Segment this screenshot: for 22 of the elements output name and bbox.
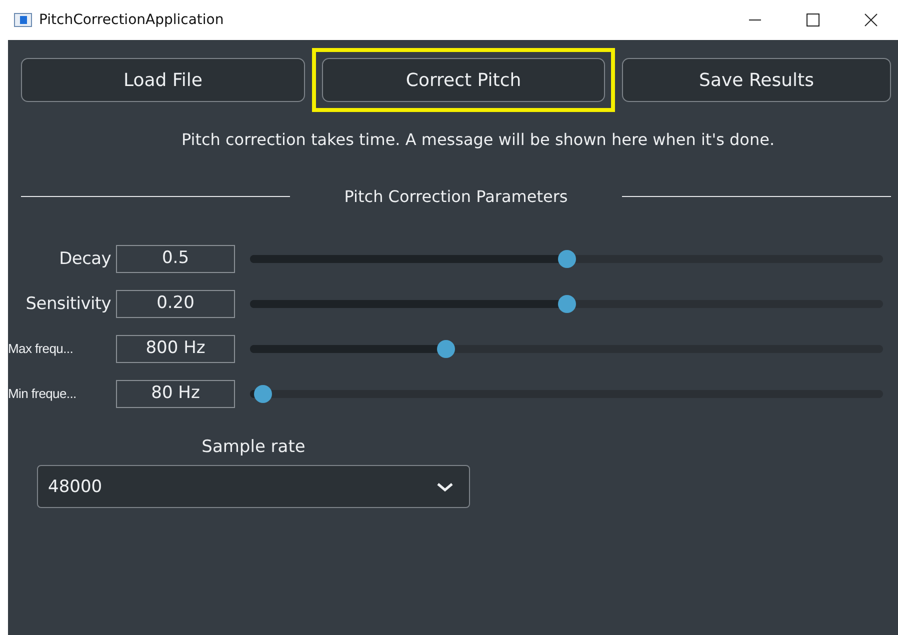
status-message: Pitch correction takes time. A message will be shown here when it's done. <box>180 130 776 149</box>
parameter-label: Sensitivity <box>24 294 111 314</box>
action-button[interactable]: Load File <box>21 58 305 102</box>
parameter-label: Decay <box>58 248 111 268</box>
chevron-icon <box>435 480 455 492</box>
slider-handle[interactable] <box>558 250 576 268</box>
slider-handle[interactable] <box>437 340 456 358</box>
app-icon <box>14 13 32 27</box>
action-button[interactable]: Correct Pitch <box>322 58 605 102</box>
field-label: Sample rate <box>200 437 306 457</box>
action-button[interactable]: Save Results <box>622 58 891 102</box>
slider-handle[interactable] <box>254 384 272 402</box>
parameter-label: Min freque... <box>8 386 78 401</box>
value-field[interactable]: 0.20 <box>116 290 235 318</box>
section-heading: Pitch Correction Parameters <box>343 187 569 206</box>
window-title: PitchCorrectionApplication <box>39 12 224 28</box>
value-field[interactable]: 80 Hz <box>116 380 235 408</box>
parameter-label: Max frequ... <box>8 341 74 356</box>
value-field[interactable]: 0.5 <box>116 244 235 272</box>
slider-handle[interactable] <box>558 294 576 312</box>
sample-rate-dropdown[interactable]: 48000 <box>37 465 470 508</box>
value-field[interactable]: 800 Hz <box>116 334 235 362</box>
